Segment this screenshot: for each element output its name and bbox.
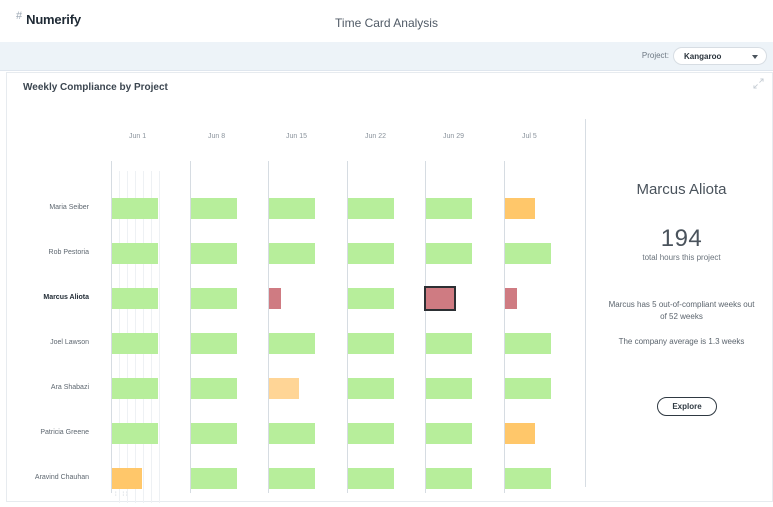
compliance-bar[interactable] [348, 468, 394, 489]
compliance-bar[interactable] [348, 198, 394, 219]
detail-name: Marcus Aliota [636, 181, 727, 198]
explore-button[interactable]: Explore [657, 397, 717, 416]
expand-icon[interactable] [753, 78, 764, 89]
compliance-bar[interactable] [112, 423, 158, 444]
compliance-bar[interactable] [269, 333, 315, 354]
compliance-bar[interactable] [505, 468, 551, 489]
card-title: Weekly Compliance by Project [23, 82, 168, 93]
compliance-bar[interactable] [505, 333, 551, 354]
compliance-bar[interactable] [505, 198, 535, 219]
person-label[interactable]: Marcus Aliota [0, 294, 89, 301]
top-header: # Numerify Time Card Analysis [0, 0, 773, 43]
compliance-bar[interactable] [112, 288, 158, 309]
person-label[interactable]: Maria Seiber [0, 204, 89, 211]
person-label[interactable]: Rob Pestoria [0, 249, 89, 256]
compliance-bar[interactable] [505, 288, 517, 309]
compliance-bar[interactable] [348, 288, 394, 309]
compliance-bar[interactable] [505, 243, 551, 264]
compliance-bar[interactable] [348, 243, 394, 264]
person-label[interactable]: Joel Lawson [0, 339, 89, 346]
week-label: Jun 8 [208, 133, 226, 140]
compliance-bar[interactable] [348, 423, 394, 444]
compliance-bar[interactable] [269, 423, 315, 444]
chevron-down-icon [752, 55, 758, 59]
detail-hours-label: total hours this project [642, 253, 721, 262]
week-label: Jul 5 [522, 133, 537, 140]
compliance-bar[interactable] [191, 288, 237, 309]
compliance-card: Weekly Compliance by Project ⁞⁞⁞⁞ Jun 1J… [6, 72, 773, 503]
project-select-value: Kangaroo [684, 52, 722, 61]
compliance-bar[interactable] [112, 378, 158, 399]
compliance-chart: ⁞⁞⁞⁞ Jun 1 Jun 8 Jun 15 Jun 22 Jun 29 Jul 5 Ma… [7, 111, 587, 503]
compliance-bar[interactable] [269, 288, 281, 309]
compliance-bar[interactable] [191, 333, 237, 354]
compliance-bar[interactable] [191, 198, 237, 219]
compliance-bar[interactable] [269, 198, 315, 219]
week-label: Jun 22 [365, 133, 387, 140]
compliance-bar[interactable] [112, 333, 158, 354]
week-label: Jun 1 [129, 133, 147, 140]
day-gridline [159, 171, 160, 503]
compliance-bar[interactable] [426, 423, 472, 444]
detail-summary: Marcus has 5 out-of-compliant weeks out … [608, 300, 755, 321]
compliance-bar[interactable] [348, 378, 394, 399]
app-window: # Numerify Time Card Analysis Project: K… [0, 0, 773, 507]
project-label: Project: [641, 51, 669, 60]
week-label: Jun 15 [286, 133, 308, 140]
compliance-bar[interactable] [426, 378, 472, 399]
compliance-bar[interactable] [426, 198, 472, 219]
person-label[interactable]: Aravind Chauhan [0, 474, 89, 481]
compliance-bar[interactable] [191, 468, 237, 489]
compliance-bar[interactable] [505, 423, 535, 444]
compliance-bar[interactable] [424, 286, 456, 311]
compliance-bar[interactable] [426, 243, 472, 264]
compliance-bar[interactable] [505, 378, 551, 399]
compliance-bar[interactable] [112, 468, 142, 489]
compliance-bar[interactable] [269, 468, 315, 489]
compliance-bar[interactable] [426, 468, 472, 489]
compliance-bar[interactable] [348, 333, 394, 354]
panel-divider [585, 119, 586, 487]
compliance-bar[interactable] [112, 198, 158, 219]
person-label[interactable]: Patricia Greene [0, 429, 89, 436]
compliance-bar[interactable] [269, 243, 315, 264]
compliance-bar[interactable] [426, 333, 472, 354]
detail-hours: 194 [660, 225, 703, 252]
compliance-bar[interactable] [191, 423, 237, 444]
detail-average: The company average is 1.3 weeks [618, 337, 745, 346]
project-select[interactable]: Kangaroo [673, 47, 767, 65]
compliance-bar[interactable] [191, 243, 237, 264]
page-title: Time Card Analysis [335, 16, 438, 30]
person-label[interactable]: Ara Shabazi [0, 384, 89, 391]
week-label: Jun 29 [443, 133, 465, 140]
compliance-bar[interactable] [112, 243, 158, 264]
detail-panel: Marcus Aliota 194 total hours this proje… [589, 117, 773, 487]
compliance-bar[interactable] [269, 378, 299, 399]
filter-bar: Project: Kangaroo [0, 42, 773, 71]
compliance-bar[interactable] [191, 378, 237, 399]
